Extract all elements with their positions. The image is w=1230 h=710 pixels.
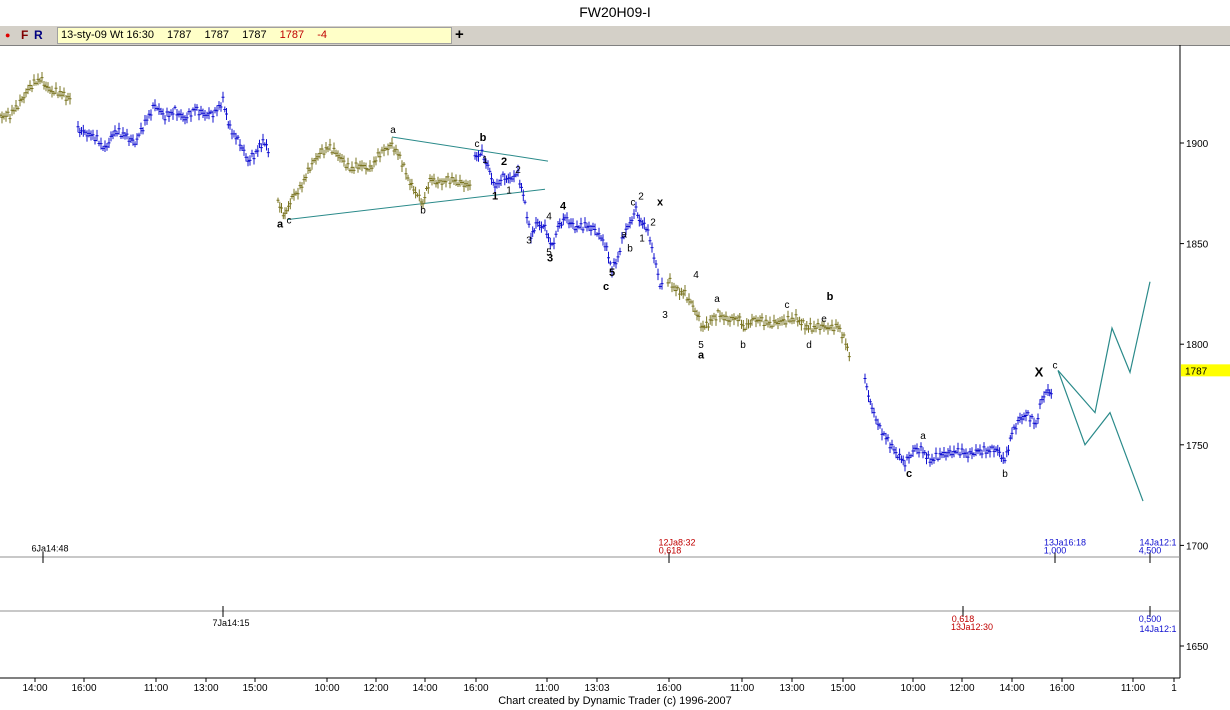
time-annotation: 13Ja12:30 bbox=[951, 622, 993, 632]
wave-label: a bbox=[277, 219, 284, 231]
wave-label: 2 bbox=[515, 165, 521, 176]
x-tick-label: 1 bbox=[1171, 683, 1177, 694]
wave-label: 4 bbox=[546, 211, 552, 222]
x-tick-label: 10:00 bbox=[314, 683, 339, 694]
y-tick-label: 1750 bbox=[1186, 441, 1209, 452]
x-tick-label: 13:03 bbox=[584, 683, 609, 694]
wave-label: 4 bbox=[560, 200, 567, 212]
wave-label: 1 bbox=[506, 185, 512, 196]
wave-label: b bbox=[627, 244, 633, 255]
x-tick-label: 16:00 bbox=[656, 683, 681, 694]
wave-label: 1 bbox=[639, 234, 645, 245]
wave-label: 2 bbox=[501, 156, 507, 168]
wave-label: c bbox=[287, 215, 292, 226]
time-annotation: 4,500 bbox=[1139, 545, 1162, 555]
price-bars-olive bbox=[276, 137, 472, 220]
x-tick-label: 11:00 bbox=[144, 683, 169, 694]
wave-label: c bbox=[603, 281, 609, 293]
chart-credit: Chart created by Dynamic Trader (c) 1996… bbox=[498, 695, 732, 707]
wave-label: c bbox=[631, 197, 636, 208]
x-tick-label: 12:00 bbox=[949, 683, 974, 694]
wave-label: a bbox=[698, 349, 705, 361]
x-tick-label: 14:00 bbox=[22, 683, 47, 694]
wave-label: c bbox=[1053, 360, 1058, 371]
wave-label: e bbox=[821, 314, 827, 325]
wave-label: b bbox=[480, 132, 487, 144]
time-annotation: 6Ja14:48 bbox=[31, 543, 68, 553]
wave-label: c bbox=[906, 468, 912, 480]
wave-label: 4 bbox=[693, 270, 699, 281]
wave-label: c bbox=[785, 300, 790, 311]
wave-label: 2 bbox=[638, 191, 644, 202]
wave-label: 3 bbox=[662, 310, 668, 321]
y-tick-label: 1850 bbox=[1186, 240, 1209, 251]
wave-label: x bbox=[657, 196, 664, 208]
x-tick-label: 12:00 bbox=[363, 683, 388, 694]
y-tick-label: 1800 bbox=[1186, 340, 1209, 351]
x-tick-label: 15:00 bbox=[242, 683, 267, 694]
x-tick-label: 15:00 bbox=[830, 683, 855, 694]
wave-label: 2 bbox=[650, 217, 656, 228]
y-tick-label: 1650 bbox=[1186, 642, 1209, 653]
wave-label: 1 bbox=[492, 190, 498, 202]
wave-label: c bbox=[475, 139, 480, 150]
y-tick-label: 1900 bbox=[1186, 139, 1209, 150]
wave-label: d bbox=[806, 340, 812, 351]
x-tick-label: 11:00 bbox=[535, 683, 560, 694]
x-tick-label: 14:00 bbox=[999, 683, 1024, 694]
wave-label: a bbox=[390, 125, 396, 136]
projection-line bbox=[1057, 281, 1151, 414]
x-tick-label: 16:00 bbox=[1049, 683, 1074, 694]
price-bars-blue bbox=[76, 91, 270, 167]
x-tick-label: 14:00 bbox=[412, 683, 437, 694]
wave-label: 3 bbox=[547, 253, 553, 265]
wave-label: 1 bbox=[482, 155, 488, 166]
wave-label: b bbox=[1002, 469, 1008, 480]
wave-label: a bbox=[920, 431, 926, 442]
wave-label: 3 bbox=[526, 236, 532, 247]
wave-label: b bbox=[420, 205, 426, 216]
x-tick-label: 13:00 bbox=[779, 683, 804, 694]
wave-label: X bbox=[1035, 364, 1044, 379]
time-annotation: 0,618 bbox=[659, 545, 682, 555]
time-annotation: 14Ja12:1 bbox=[1139, 624, 1176, 634]
price-bars-blue bbox=[863, 373, 1053, 472]
projection-line bbox=[1057, 370, 1144, 502]
x-tick-label: 13:00 bbox=[193, 683, 218, 694]
price-chart[interactable]: a cabbc2211 1443535cabc221x34a5abcbedac bX c… bbox=[0, 0, 1230, 710]
wave-label: a bbox=[621, 230, 627, 241]
trendline bbox=[391, 136, 549, 162]
time-annotation: 1,000 bbox=[1044, 545, 1067, 555]
x-tick-label: 11:00 bbox=[730, 683, 755, 694]
price-bars-olive bbox=[0, 72, 72, 124]
y-tick-label: 1700 bbox=[1186, 541, 1209, 552]
price-tag-label: 1787 bbox=[1185, 366, 1208, 377]
time-annotation: 7Ja14:15 bbox=[212, 618, 249, 628]
wave-label: a bbox=[714, 294, 720, 305]
wave-label: b bbox=[740, 340, 746, 351]
x-tick-label: 11:00 bbox=[1121, 683, 1146, 694]
wave-label: b bbox=[827, 291, 834, 303]
x-tick-label: 16:00 bbox=[463, 683, 488, 694]
wave-label: 5 bbox=[609, 267, 615, 279]
x-tick-label: 16:00 bbox=[71, 683, 96, 694]
time-annotation: 0,500 bbox=[1139, 614, 1162, 624]
x-tick-label: 10:00 bbox=[900, 683, 925, 694]
